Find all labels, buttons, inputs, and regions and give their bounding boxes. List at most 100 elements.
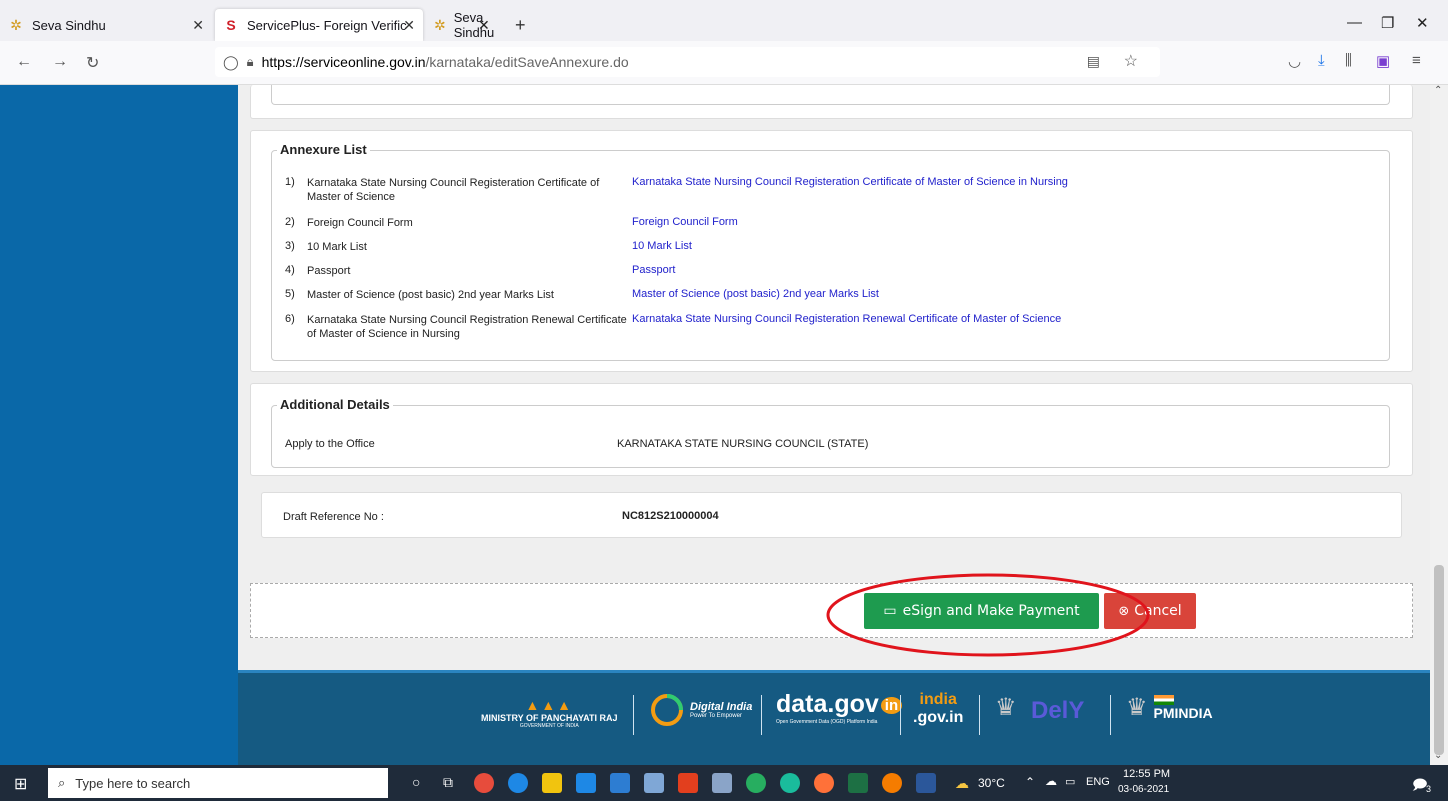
weather-temp: 30°C — [978, 776, 1005, 790]
annexure-link[interactable]: Karnataka State Nursing Council Register… — [632, 176, 1068, 188]
orange-app-icon[interactable] — [882, 773, 902, 793]
cortana-icon[interactable]: ○ — [412, 774, 420, 790]
item-label: Karnataka State Nursing Council Registra… — [307, 314, 627, 340]
page-scrollbar[interactable]: ⌃ ⌄ — [1430, 85, 1448, 765]
navigation-toolbar: ← → ↻ ◯ 🔒︎ https://serviceonline.gov.in/… — [0, 41, 1448, 85]
excel-icon[interactable] — [848, 773, 868, 793]
footer: ▲▲▲ MINISTRY OF PANCHAYATI RAJ GOVERNMEN… — [238, 670, 1430, 765]
datagov-sub: Open Government Data (OGD) Platform Indi… — [776, 719, 878, 725]
library-icon[interactable]: ⫼ — [1345, 52, 1352, 69]
digital-india-text: Digital India — [690, 701, 753, 713]
emblem-icon[interactable]: ♛ — [995, 693, 1017, 722]
office-label: Apply to the Office — [285, 438, 375, 450]
tab-title: Seva Sindhu — [453, 10, 495, 40]
windows-start-icon[interactable]: ⊞ — [14, 774, 27, 794]
item-number: 6) — [285, 313, 295, 325]
flag-icon — [1153, 694, 1174, 705]
annexure-link[interactable]: Foreign Council Form — [632, 216, 738, 228]
tab-title: ServicePlus- Foreign Verificatio — [247, 17, 407, 33]
datagov-text: data.gov — [776, 690, 879, 718]
chrome-icon[interactable] — [474, 773, 494, 793]
new-tab-icon[interactable]: + — [515, 15, 526, 36]
task-view-icon[interactable]: ⧉ — [443, 774, 453, 791]
file-explorer-icon[interactable] — [542, 773, 562, 793]
close-icon[interactable]: ✕ — [478, 17, 490, 34]
item-number: 4) — [285, 264, 295, 276]
notification-count: 3 — [1426, 784, 1432, 794]
item-label: Foreign Council Form — [307, 217, 413, 229]
windows-taskbar: ⊞ ⌕ Type here to search ○ ⧉ ☁ 30°C ⌃ ☁ ▭… — [0, 765, 1448, 801]
lock-icon: 🔒︎ — [246, 54, 254, 69]
ministry-sub: GOVERNMENT OF INDIA — [519, 723, 579, 729]
clock-date: 03-06-2021 — [1118, 784, 1170, 795]
url-bar[interactable]: ◯ 🔒︎ https://serviceonline.gov.in/karnat… — [215, 47, 1160, 77]
extension-icon[interactable]: ▣ — [1376, 52, 1390, 70]
item-label: Master of Science (post basic) 2nd year … — [307, 289, 554, 301]
language-indicator[interactable]: ENG — [1086, 776, 1110, 788]
tab-seva-sindhu-2[interactable]: ✲ Seva Sindhu — [426, 9, 506, 41]
datagov-logo[interactable]: data.gov in Open Government Data (OGD) Pl… — [776, 690, 903, 725]
menu-icon[interactable]: ≡ — [1412, 52, 1421, 69]
scroll-down-icon[interactable]: ⌄ — [1434, 750, 1442, 761]
green-circle-app-icon[interactable] — [746, 773, 766, 793]
reader-view-icon[interactable]: ▤ — [1087, 53, 1100, 70]
indiagov-text: .gov.in — [913, 709, 964, 726]
indiagov-top: india — [919, 691, 957, 708]
tab-serviceplus[interactable]: S ServicePlus- Foreign Verificatio ✕ — [215, 9, 423, 41]
weather-icon[interactable]: ☁ — [955, 775, 969, 792]
annexure-link[interactable]: 10 Mark List — [632, 240, 692, 252]
additional-fieldset: Additional Details Apply to the Office K… — [271, 397, 1390, 468]
divider — [900, 695, 901, 735]
tab-seva-sindhu-1[interactable]: ✲ Seva Sindhu ✕ — [0, 9, 212, 41]
ministry-logo[interactable]: ▲▲▲ MINISTRY OF PANCHAYATI RAJ GOVERNMEN… — [481, 697, 618, 729]
pmindia-logo[interactable]: ♛ PMINDIA — [1126, 693, 1213, 722]
item-label: Passport — [307, 265, 351, 277]
previous-section-panel — [250, 85, 1413, 119]
taskbar-search-box[interactable]: ⌕ Type here to search — [48, 768, 388, 798]
previous-fieldset — [271, 85, 1390, 105]
reload-icon[interactable]: ↻ — [86, 53, 99, 73]
tab-title: Seva Sindhu — [32, 17, 106, 33]
pocket-icon[interactable]: ◡ — [1288, 52, 1301, 70]
digilocker-logo-icon[interactable]: DelY — [1031, 697, 1084, 725]
download-icon[interactable]: ⤓ — [1318, 52, 1325, 69]
close-icon[interactable]: ✕ — [192, 17, 204, 34]
office-icon[interactable] — [678, 773, 698, 793]
minimize-icon[interactable]: — — [1347, 14, 1362, 31]
whatsapp-icon[interactable] — [780, 773, 800, 793]
word-icon[interactable] — [916, 773, 936, 793]
mail-icon[interactable] — [576, 773, 596, 793]
annexure-link[interactable]: Passport — [632, 264, 675, 276]
store-icon[interactable] — [610, 773, 630, 793]
battery-icon[interactable]: ▭ — [1065, 775, 1075, 788]
restore-icon[interactable]: ❐ — [1381, 14, 1394, 32]
document-app-icon[interactable] — [712, 773, 732, 793]
indiagov-logo[interactable]: india .gov.in — [913, 691, 963, 727]
forward-icon[interactable]: → — [52, 53, 68, 71]
scroll-up-icon[interactable]: ⌃ — [1434, 85, 1442, 96]
back-icon[interactable]: ← — [16, 53, 32, 71]
annexure-link[interactable]: Master of Science (post basic) 2nd year … — [632, 288, 879, 300]
serviceplus-icon: S — [226, 17, 236, 33]
draft-value: NC812S210000004 — [622, 510, 719, 522]
search-icon: ⌕ — [58, 775, 66, 790]
sidebar — [0, 85, 238, 765]
pm-emblem-icon: ♛ — [1126, 694, 1148, 721]
chevron-up-icon[interactable]: ⌃ — [1025, 775, 1035, 789]
edge-icon[interactable] — [508, 773, 528, 793]
firefox-icon[interactable] — [814, 773, 834, 793]
shield-icon: ◯ — [223, 53, 239, 70]
draft-label: Draft Reference No : — [283, 511, 384, 523]
clock-time: 12:55 PM — [1123, 768, 1171, 780]
pen-app-icon[interactable] — [644, 773, 664, 793]
digital-india-sub: Power To Empower — [690, 713, 742, 719]
close-icon[interactable]: ✕ — [403, 17, 415, 34]
window-close-icon[interactable]: ✕ — [1416, 14, 1429, 32]
annexure-link[interactable]: Karnataka State Nursing Council Register… — [632, 313, 1061, 325]
bookmark-star-icon[interactable]: ☆ — [1124, 51, 1138, 71]
pmindia-text: PMINDIA — [1153, 704, 1213, 721]
cloud-icon[interactable]: ☁ — [1045, 774, 1057, 788]
scroll-thumb[interactable] — [1434, 565, 1444, 755]
digital-india-logo[interactable]: Digital India Power To Empower — [650, 693, 752, 727]
item-number: 5) — [285, 288, 295, 300]
